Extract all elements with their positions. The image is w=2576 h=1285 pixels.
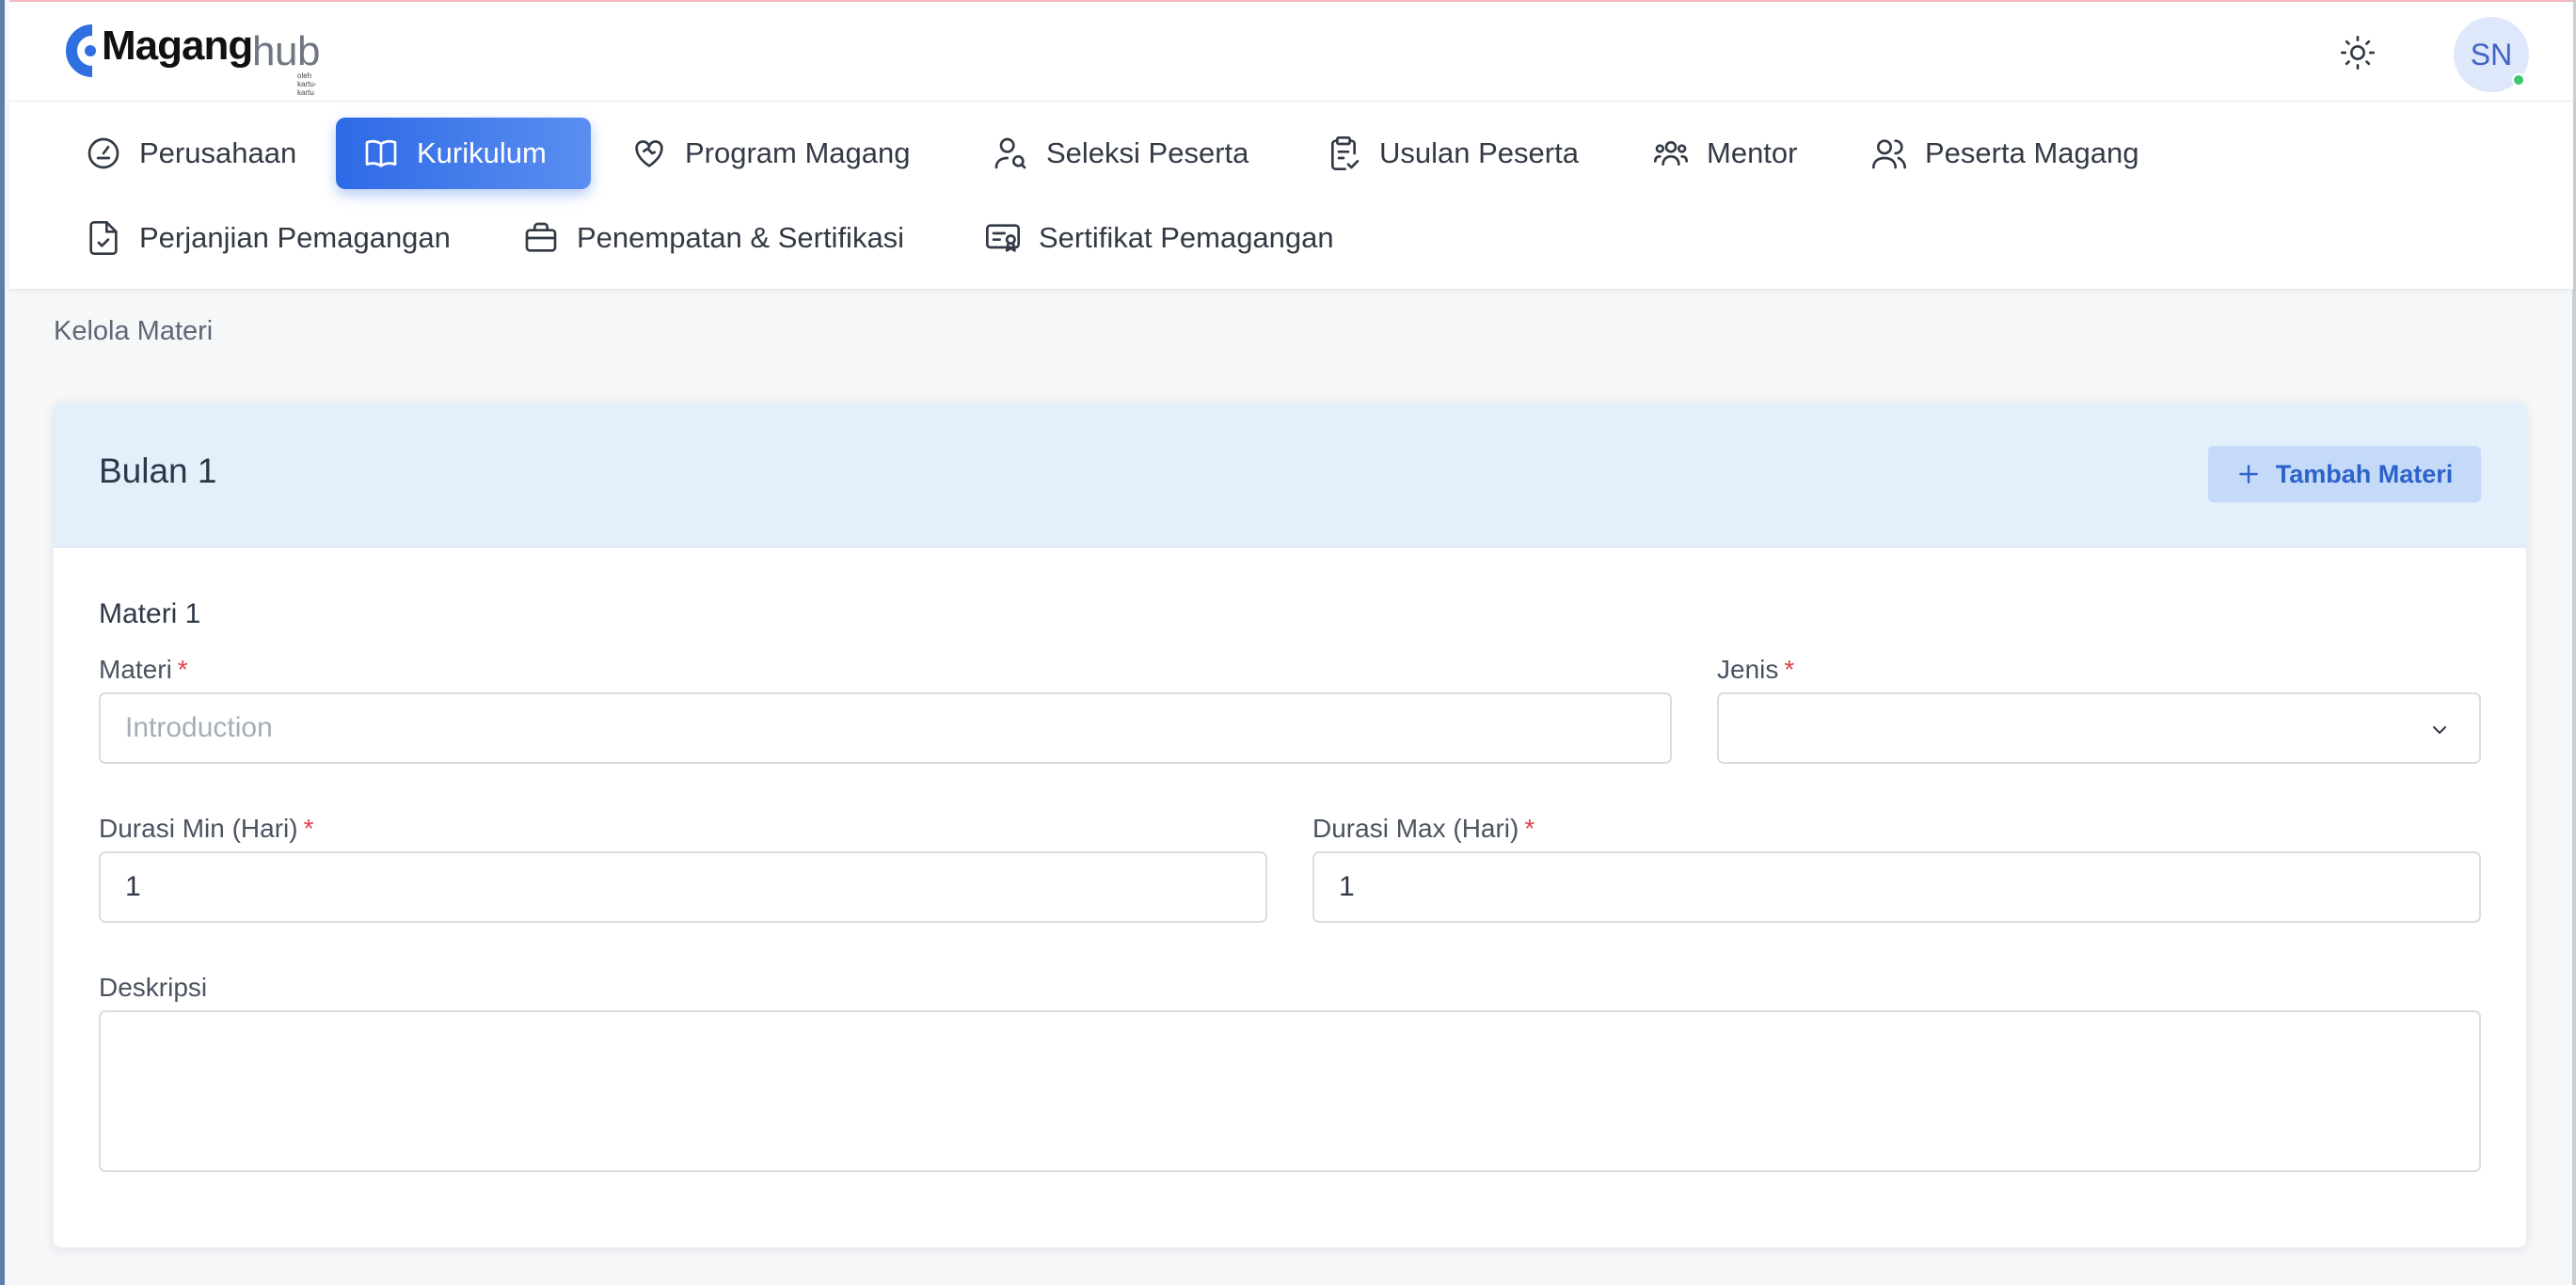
- durasi-max-label-text: Durasi Max (Hari): [1312, 814, 1519, 843]
- durasi-max-input[interactable]: 1: [1312, 851, 2481, 923]
- breadcrumb: Kelola Materi: [54, 316, 214, 346]
- materi-label-text: Materi: [99, 655, 172, 684]
- nav-item-perjanjian-pemagangan[interactable]: Perjanjian Pemagangan: [58, 202, 479, 274]
- book-open-icon: [365, 139, 397, 167]
- nav-item-mentor[interactable]: Mentor: [1626, 118, 1825, 189]
- briefcase-icon: [525, 222, 557, 252]
- users-icon: [1654, 141, 1688, 166]
- nav-item-label: Penempatan & Sertifikasi: [577, 221, 905, 254]
- nav-item-sertifikat-pemagangan[interactable]: Sertifikat Pemagangan: [958, 202, 1362, 274]
- logo-name-light: hub: [252, 28, 320, 74]
- deskripsi-textarea[interactable]: [99, 1010, 2481, 1172]
- durasi-min-value: 1: [125, 871, 141, 902]
- nav-item-peserta-magang[interactable]: Peserta Magang: [1844, 118, 2167, 189]
- materi-input[interactable]: Introduction: [99, 692, 1672, 764]
- certificate-icon: [986, 224, 1020, 252]
- materi-placeholder: Introduction: [125, 712, 273, 743]
- nav-item-seleksi-peserta[interactable]: Seleksi Peserta: [965, 118, 1277, 189]
- required-marker: *: [1784, 655, 1795, 684]
- nav-item-label: Peserta Magang: [1925, 136, 2139, 169]
- logo-mark-icon: [66, 24, 96, 77]
- deskripsi-label: Deskripsi: [99, 973, 207, 1003]
- card-header: Bulan 1 Tambah Materi: [54, 403, 2526, 547]
- durasi-max-label: Durasi Max (Hari) *: [1312, 814, 1534, 844]
- month-card: Bulan 1 Tambah Materi Materi 1 Materi * I…: [54, 403, 2526, 1247]
- required-marker: *: [303, 814, 314, 843]
- avatar-initials: SN: [2470, 37, 2513, 71]
- nav-item-label: Perjanjian Pemagangan: [139, 221, 451, 254]
- jenis-select[interactable]: [1717, 692, 2481, 764]
- gauge-icon: [87, 137, 119, 169]
- heart-handshake-icon: [635, 140, 663, 167]
- nav-item-kurikulum[interactable]: Kurikulum: [336, 118, 591, 189]
- online-status-dot: [2512, 73, 2525, 87]
- durasi-min-input[interactable]: 1: [99, 851, 1267, 923]
- logo-name-bold: Magang: [102, 23, 253, 69]
- required-marker: *: [1524, 814, 1535, 843]
- nav-item-label: Sertifikat Pemagangan: [1039, 221, 1334, 254]
- nav-item-perusahaan[interactable]: Perusahaan: [58, 118, 325, 189]
- plus-icon: [2238, 465, 2258, 484]
- nav-item-usulan-peserta[interactable]: Usulan Peserta: [1298, 118, 1607, 189]
- clipboard-check-icon: [1331, 136, 1360, 171]
- main-nav: Perusahaan Kurikulum Program Magang Sele…: [9, 102, 2573, 290]
- jenis-label: Jenis *: [1717, 655, 1794, 685]
- card-title: Bulan 1: [99, 452, 217, 490]
- durasi-min-label-text: Durasi Min (Hari): [99, 814, 298, 843]
- nav-item-label: Mentor: [1707, 136, 1798, 169]
- chevron-down-icon: [2433, 726, 2446, 734]
- durasi-min-label: Durasi Min (Hari) *: [99, 814, 313, 844]
- section-title: Materi 1: [99, 598, 201, 629]
- logo-text: Magang hub oleh kartu-kartu: [102, 23, 327, 97]
- user-avatar[interactable]: SN: [2454, 17, 2529, 92]
- user-group-icon: [1872, 139, 1906, 169]
- required-marker: *: [177, 655, 188, 684]
- jenis-label-text: Jenis: [1717, 655, 1779, 684]
- nav-item-label: Program Magang: [685, 136, 911, 169]
- nav-item-label: Seleksi Peserta: [1046, 136, 1249, 169]
- app-window: Magang hub oleh kartu-kartu SN Perusahaa…: [0, 0, 2576, 1285]
- add-materi-label: Tambah Materi: [2275, 459, 2454, 488]
- nav-item-penempatan-sertifikasi[interactable]: Penempatan & Sertifikasi: [496, 202, 932, 274]
- nav-item-label: Kurikulum: [417, 136, 547, 169]
- theme-toggle-button[interactable]: [2335, 30, 2380, 75]
- logo-subtitle: oleh kartu-kartu: [297, 71, 317, 97]
- top-bar: Magang hub oleh kartu-kartu SN: [9, 0, 2573, 102]
- sun-icon: [2341, 36, 2375, 70]
- materi-label: Materi *: [99, 655, 188, 685]
- durasi-max-value: 1: [1339, 871, 1355, 902]
- nav-item-label: Perusahaan: [139, 136, 297, 169]
- add-materi-button[interactable]: Tambah Materi: [2208, 446, 2481, 502]
- deskripsi-label-text: Deskripsi: [99, 973, 208, 1002]
- nav-item-label: Usulan Peserta: [1379, 136, 1579, 169]
- nav-item-program-magang[interactable]: Program Magang: [604, 118, 939, 189]
- user-search-icon: [994, 137, 1026, 169]
- file-check-icon: [89, 221, 118, 255]
